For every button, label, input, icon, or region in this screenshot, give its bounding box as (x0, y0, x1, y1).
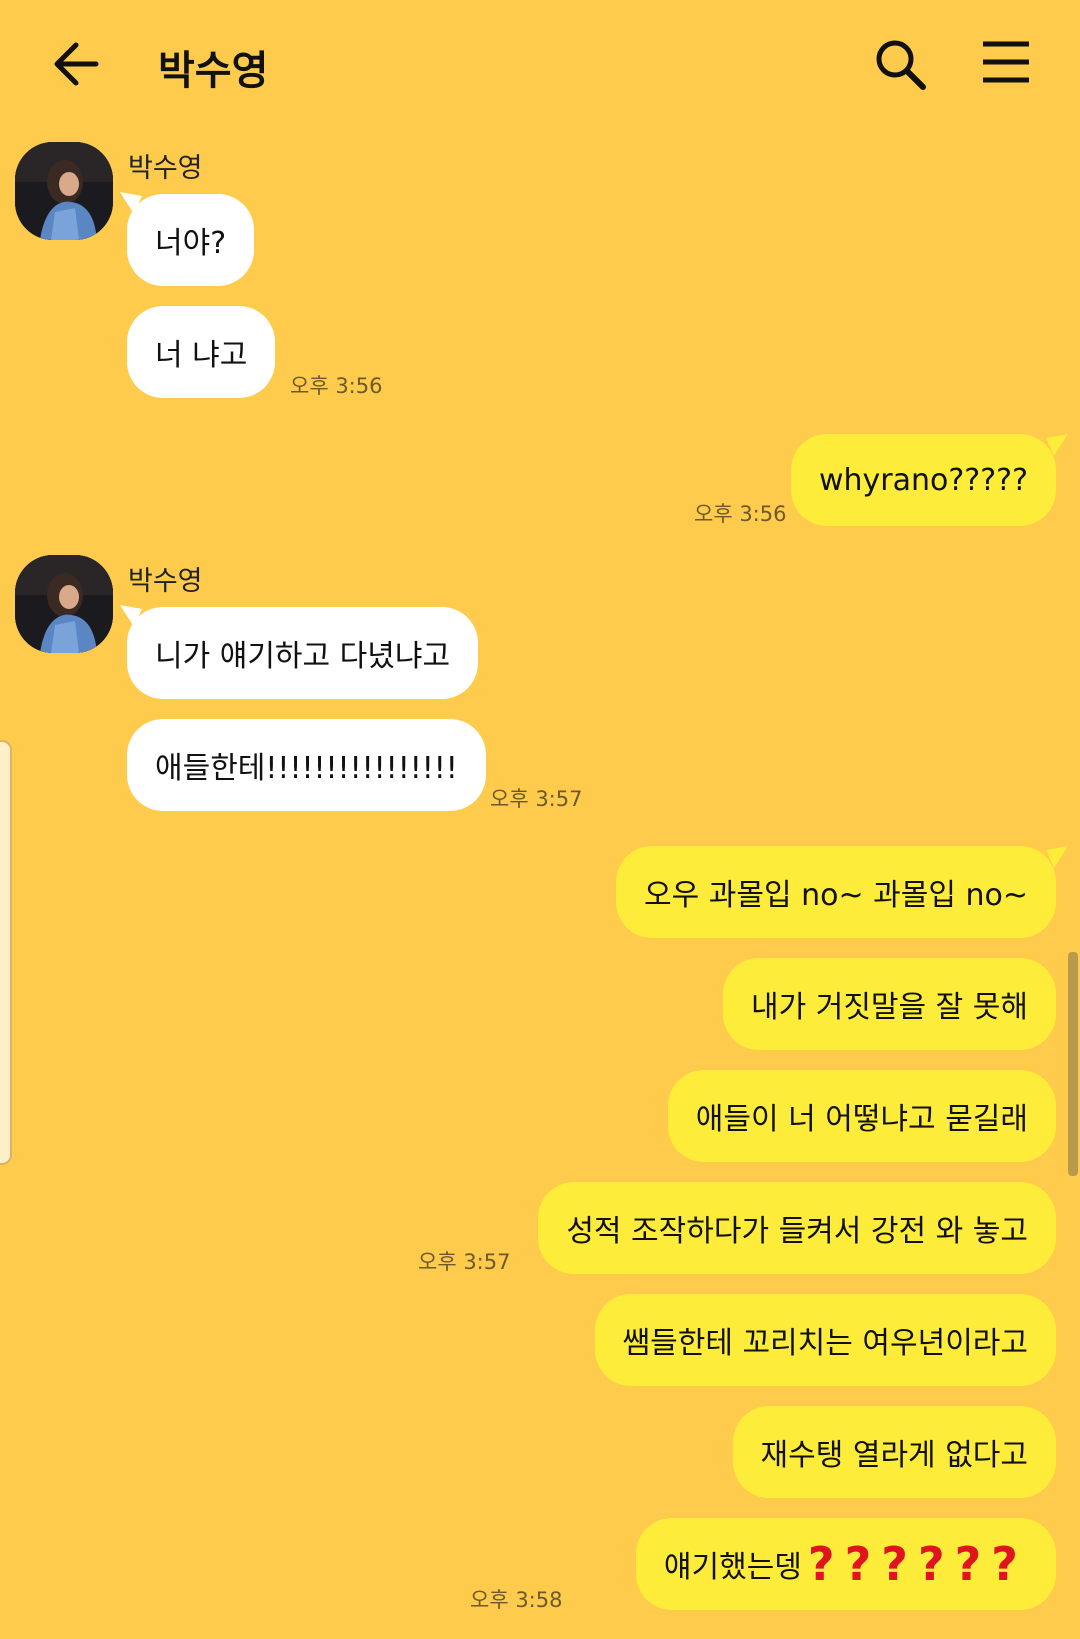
profile-photo (15, 555, 113, 653)
outgoing-message[interactable]: whyrano????? (790, 434, 1056, 526)
sender-name: 박수영 (128, 153, 203, 184)
side-panel-handle[interactable] (0, 740, 12, 1165)
profile-photo (15, 142, 113, 240)
outgoing-message[interactable]: 쌤들한테 꼬리치는 여우년이라고 (594, 1294, 1056, 1386)
message-time: 오후 3:57 (418, 1250, 511, 1274)
avatar[interactable] (15, 555, 113, 653)
message-time: 오후 3:58 (470, 1588, 563, 1612)
red-question-marks: ?????? (807, 1537, 1028, 1591)
message-text: 얘기했는뎅 (663, 1550, 802, 1585)
menu-button[interactable] (980, 38, 1032, 86)
message-time: 오후 3:56 (694, 502, 787, 526)
outgoing-message[interactable]: 성적 조작하다가 들켜서 강전 와 놓고 (538, 1182, 1056, 1274)
hamburger-menu-icon (983, 41, 1029, 83)
outgoing-message[interactable]: 내가 거짓말을 잘 못해 (722, 958, 1056, 1050)
outgoing-message[interactable]: 애들이 너 어떻냐고 묻길래 (667, 1070, 1056, 1162)
back-button[interactable] (48, 36, 108, 92)
chat-title: 박수영 (158, 48, 269, 94)
incoming-message[interactable]: 너야? (127, 194, 255, 286)
message-time: 오후 3:57 (490, 787, 583, 811)
outgoing-message[interactable]: 오우 과몰입 no~ 과몰입 no~ (616, 846, 1056, 938)
incoming-message[interactable]: 니가 얘기하고 다녔냐고 (127, 607, 479, 699)
message-time: 오후 3:56 (290, 374, 383, 398)
arrow-left-icon (54, 42, 99, 86)
avatar[interactable] (15, 142, 113, 240)
search-icon (876, 40, 926, 90)
chat-header: 박수영 (0, 0, 1080, 128)
sender-name: 박수영 (128, 566, 203, 597)
incoming-message[interactable]: 너 냐고 (127, 306, 276, 398)
incoming-message[interactable]: 애들한테!!!!!!!!!!!!!!!! (127, 719, 486, 811)
search-button[interactable] (872, 36, 928, 92)
outgoing-message[interactable]: 재수탱 열라게 없다고 (732, 1406, 1056, 1498)
scrollbar-thumb[interactable] (1068, 952, 1078, 1176)
outgoing-message[interactable]: 얘기했는뎅 ?????? (635, 1518, 1056, 1610)
